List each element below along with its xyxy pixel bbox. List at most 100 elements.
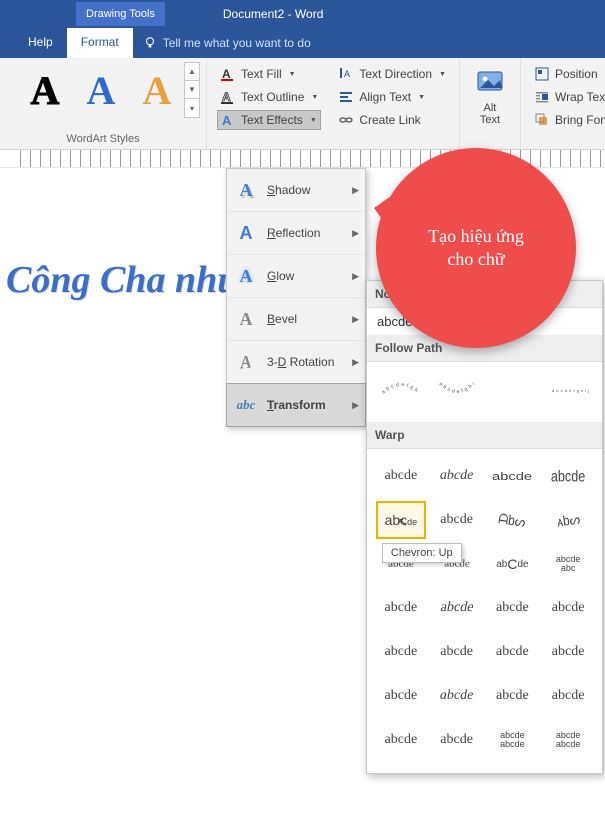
wordart-style-2[interactable]: A <box>76 62 126 118</box>
warp-option[interactable]: abcde <box>428 589 486 627</box>
callout-text: Tạo hiệu ứng cho chữ <box>428 225 524 272</box>
section-warp: Warp <box>367 422 602 449</box>
warp-option[interactable]: abcde <box>376 589 426 627</box>
menu-3d-rotation[interactable]: A 3-D Rotation3-D Rotation ▶ <box>227 341 365 384</box>
document-title: Document2 - Word <box>223 7 323 21</box>
create-link-button[interactable]: Create Link <box>335 110 449 130</box>
warp-grid: abcde abcde abcde abcde abcde ↖ Chevron:… <box>367 449 602 773</box>
alt-text-button[interactable]: Alt Text <box>466 62 514 130</box>
follow-path-option[interactable]: a b c d e f g h i j m o o o <box>543 370 593 408</box>
wordart-gallery[interactable]: A A A <box>20 62 182 118</box>
rotation-icon: A <box>235 349 254 375</box>
warp-option[interactable]: abcde <box>543 677 593 715</box>
gallery-down-icon[interactable]: ▼ <box>185 81 199 99</box>
svg-text:A: A <box>222 90 231 104</box>
menu-transform[interactable]: abc TransformTransform ▶ <box>226 383 366 427</box>
follow-path-option[interactable]: a b c d e f g h i j k l m <box>376 370 426 408</box>
align-text-button[interactable]: Align Text ▼ <box>335 87 449 107</box>
warp-option[interactable]: abcde <box>432 721 482 759</box>
group-wordart-styles: A A A ▲ ▼ ▾ WordArt Styles <box>0 58 207 149</box>
wordart-style-3[interactable]: A <box>132 62 182 118</box>
warp-option[interactable]: abcde <box>432 677 482 715</box>
warp-option[interactable]: abCde <box>487 545 537 583</box>
warp-option[interactable]: ᗩbᔕ <box>487 501 537 539</box>
position-icon <box>534 66 550 82</box>
wordart-gallery-spinner[interactable]: ▲ ▼ ▾ <box>184 62 200 118</box>
chevron-right-icon: ▶ <box>352 357 359 368</box>
create-link-label: Create Link <box>359 113 420 127</box>
warp-option[interactable]: abcde <box>376 633 426 671</box>
dropdown-icon: ▼ <box>310 117 317 124</box>
chevron-right-icon: ▶ <box>352 314 359 325</box>
text-outline-button[interactable]: A Text Outline▼ <box>217 87 321 107</box>
group-label-wordart: WordArt Styles <box>6 133 200 147</box>
tab-format[interactable]: Format <box>67 28 133 58</box>
warp-option[interactable]: ᴀbᔕ <box>543 501 593 539</box>
chevron-right-icon: ▶ <box>352 271 359 282</box>
gallery-more-icon[interactable]: ▾ <box>185 99 199 117</box>
text-direction-button[interactable]: A Text Direction▼ <box>335 64 449 84</box>
shadow-icon: A <box>235 179 257 201</box>
warp-option[interactable]: abcde <box>543 457 593 495</box>
menu-glow[interactable]: A GlowGlow ▶ <box>227 255 365 298</box>
wrap-text-label: Wrap Text <box>555 90 605 104</box>
follow-path-option[interactable]: a b c d e f g h i j k l m <box>432 370 482 408</box>
bring-forward-button[interactable]: Bring Forw <box>531 110 605 130</box>
wrap-text-button[interactable]: Wrap Text <box>531 87 605 107</box>
warp-option[interactable]: abcde <box>376 721 426 759</box>
warp-option[interactable]: abcde <box>432 633 482 671</box>
align-text-label: Align Text <box>359 90 411 104</box>
text-effects-menu: A SShadowhadow ▶ A ReflectionReflection … <box>226 168 366 427</box>
svg-text:A: A <box>344 69 350 79</box>
svg-text:a b c d e f g h i j k l m: a b c d e f g h i j k l m <box>379 374 421 395</box>
tab-help[interactable]: Help <box>14 28 67 58</box>
reflection-icon: A <box>235 222 257 244</box>
text-direction-label: Text Direction <box>359 67 432 81</box>
wordart-style-1[interactable]: A <box>20 62 70 118</box>
transform-icon: abc <box>235 394 257 416</box>
tell-me-search[interactable]: Tell me what you want to do <box>133 28 321 58</box>
svg-text:a b c d e f G h i j: a b c d e f G h i j <box>490 374 534 376</box>
text-effects-button[interactable]: A Text Effects ▼ <box>217 110 321 130</box>
warp-option[interactable]: abcde <box>487 677 537 715</box>
position-button[interactable]: Position▼ <box>531 64 605 84</box>
follow-path-option[interactable]: a b c d e f G h i j <box>487 370 537 408</box>
svg-text:A: A <box>222 113 232 128</box>
warp-option[interactable]: abcde <box>376 457 426 495</box>
group-arrange: Position▼ Wrap Text Bring Forw <box>521 58 605 149</box>
warp-option[interactable]: abcde <box>376 677 426 715</box>
warp-option[interactable]: abcdeabcde <box>543 721 593 759</box>
group-text-layout: A Text Direction▼ Align Text ▼ Create Lin… <box>325 58 460 149</box>
warp-option[interactable]: abcde <box>487 589 537 627</box>
warp-option[interactable]: abcde <box>543 633 593 671</box>
text-effects-label: Text Effects <box>241 113 303 127</box>
lightbulb-icon <box>143 36 157 50</box>
text-fill-button[interactable]: A Text Fill▼ <box>217 64 321 84</box>
dropdown-icon: ▼ <box>289 71 296 78</box>
warp-option[interactable]: abcdeabc <box>543 545 593 583</box>
bring-forward-icon <box>534 112 550 128</box>
svg-text:A: A <box>222 67 231 81</box>
ribbon-tabs: Help Format Tell me what you want to do <box>0 28 605 58</box>
text-effects-icon: A <box>220 112 236 128</box>
warp-option[interactable]: abcde <box>543 589 593 627</box>
dropdown-icon: ▼ <box>418 94 425 101</box>
svg-text:a b c d e f g h i j k l m: a b c d e f g h i j k l m <box>435 374 476 395</box>
glow-icon: A <box>235 265 257 287</box>
warp-option-chevron-up[interactable]: abcde ↖ Chevron: Up <box>376 501 426 539</box>
menu-shadow[interactable]: A SShadowhadow ▶ <box>227 169 365 212</box>
menu-bevel[interactable]: A BevelBevel ▶ <box>227 298 365 341</box>
text-direction-icon: A <box>338 66 354 82</box>
menu-reflection[interactable]: A ReflectionReflection ▶ <box>227 212 365 255</box>
gallery-up-icon[interactable]: ▲ <box>185 63 199 81</box>
warp-option[interactable]: abcde <box>487 457 537 495</box>
warp-option[interactable]: abcdeabcde <box>487 721 537 759</box>
link-icon <box>338 112 354 128</box>
warp-option[interactable]: abcde <box>432 501 482 539</box>
annotation-callout: Tạo hiệu ứng cho chữ <box>376 148 576 348</box>
wrap-text-icon <box>534 89 550 105</box>
document-canvas[interactable]: Công Cha như n A SShadowhadow ▶ A Reflec… <box>0 168 605 837</box>
warp-option[interactable]: abcde <box>432 457 482 495</box>
group-text-formatting: A Text Fill▼ A Text Outline▼ A Text Effe… <box>207 58 325 149</box>
warp-option[interactable]: abcde <box>487 633 537 671</box>
